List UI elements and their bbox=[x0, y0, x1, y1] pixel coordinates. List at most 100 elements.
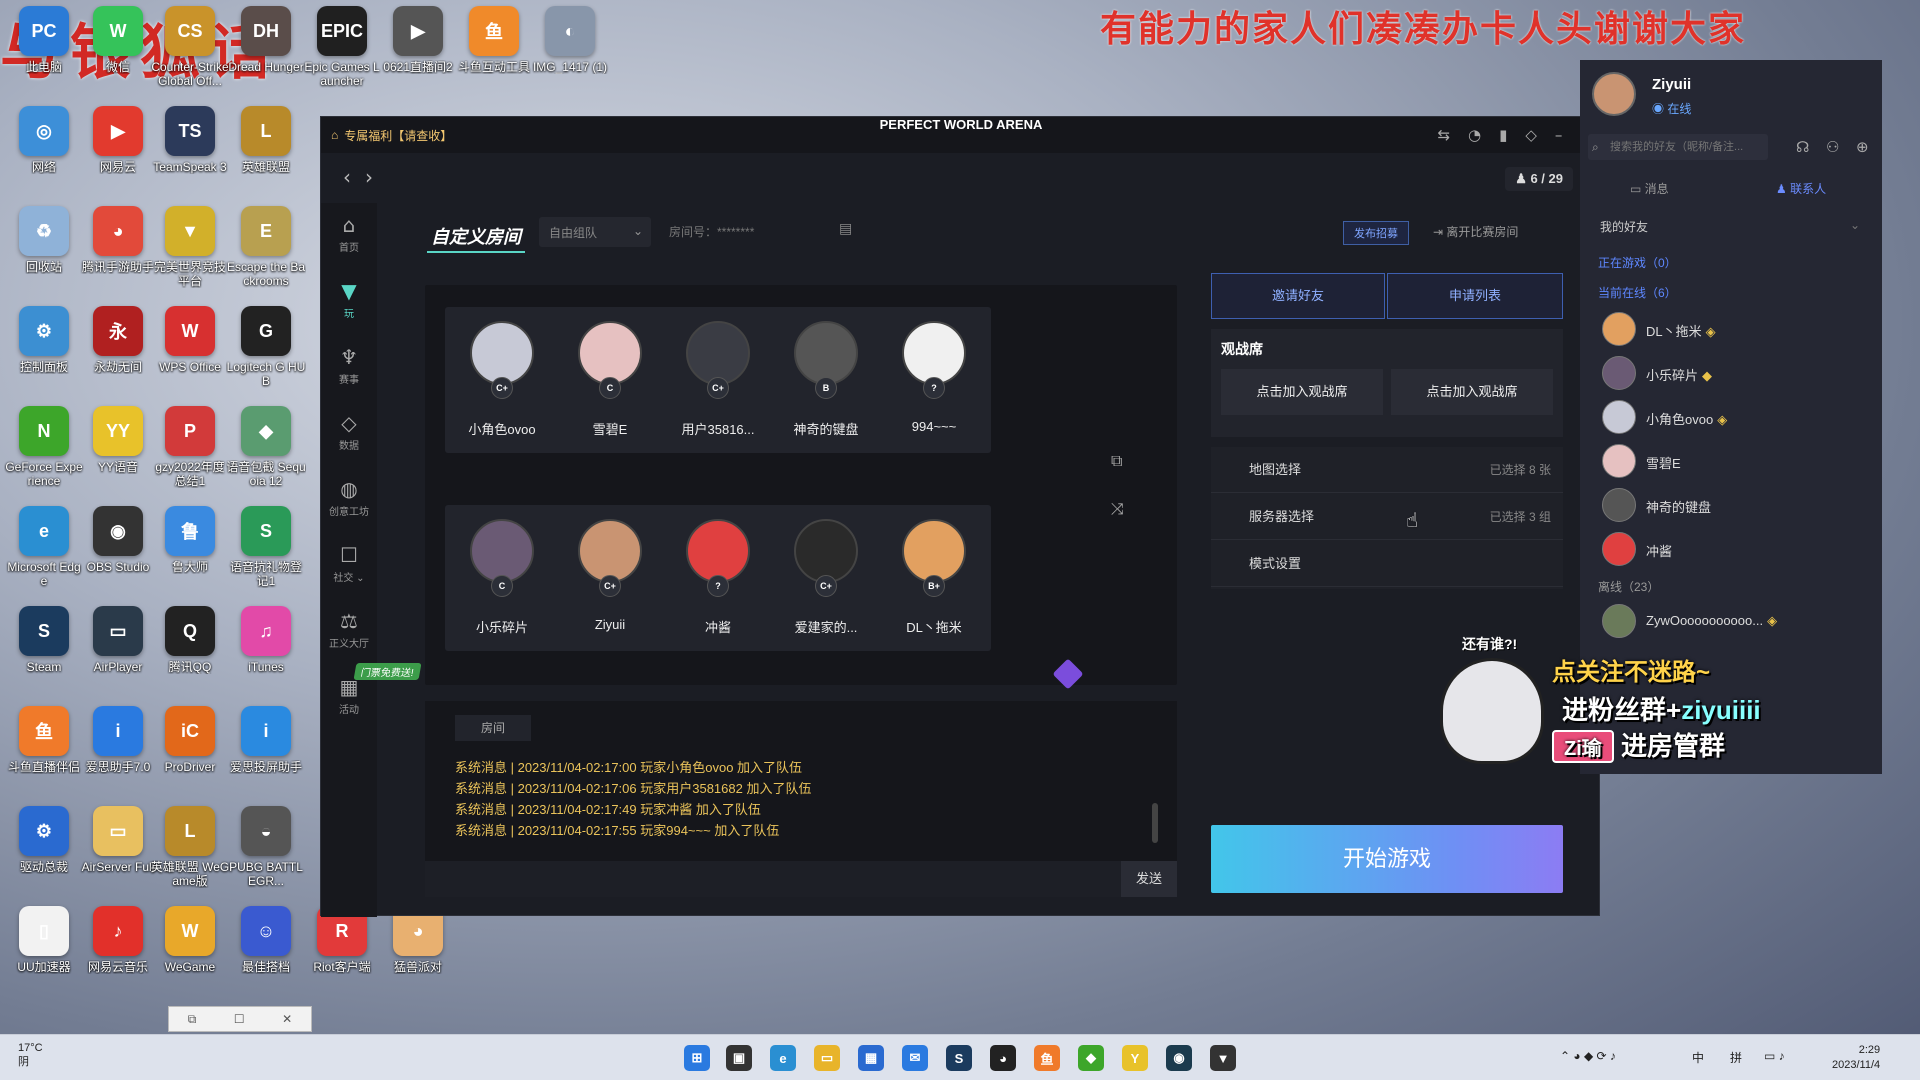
maximize-icon[interactable]: ☐ bbox=[234, 1012, 245, 1026]
player-card[interactable]: C+ 用户35816... bbox=[661, 307, 775, 453]
player-card[interactable]: C 小乐碎片 bbox=[445, 505, 559, 651]
player-card[interactable]: C+ 小角色ovoo bbox=[445, 307, 559, 453]
pwa-icon[interactable]: ▼ bbox=[1210, 1045, 1236, 1071]
notification-icon[interactable]: ◔ bbox=[1468, 126, 1481, 144]
desktop-icon[interactable]: 鱼斗鱼直播伴侣 bbox=[4, 704, 84, 800]
desktop-icon[interactable]: W WPS Office bbox=[150, 304, 230, 400]
desktop-icon[interactable]: i 爱思助手7.0 bbox=[78, 704, 158, 800]
friend-row[interactable]: ZywOoooooooooo... ◈ bbox=[1602, 602, 1862, 642]
file-explorer-icon[interactable]: ▭ bbox=[814, 1045, 840, 1071]
desktop-icon[interactable]: E Escape the Backrooms bbox=[226, 204, 306, 300]
steam-icon[interactable]: S bbox=[946, 1045, 972, 1071]
apply-list-button[interactable]: 申请列表 bbox=[1387, 273, 1563, 319]
desktop-icon[interactable]: N GeForce Experience bbox=[4, 404, 84, 500]
desktop-icon[interactable]: ▶ 0621直播间2 bbox=[378, 4, 458, 100]
minimize-icon[interactable]: – bbox=[1555, 126, 1563, 144]
edge-icon[interactable]: e bbox=[770, 1045, 796, 1071]
ime-mode[interactable]: 拼 bbox=[1730, 1049, 1742, 1066]
side-nav-item[interactable]: ▦ 活动 bbox=[321, 675, 377, 731]
volume-icon[interactable]: ▭ ♪ bbox=[1764, 1049, 1785, 1063]
add-friend-icon[interactable]: ⚇ bbox=[1826, 138, 1839, 156]
player-card[interactable]: C+ Ziyuii bbox=[553, 505, 667, 651]
player-card[interactable]: C 雪碧E bbox=[553, 307, 667, 453]
desktop-icon[interactable]: R Riot客户端 bbox=[302, 904, 382, 1000]
desktop-icon[interactable]: Pgzy2022年度总结1 bbox=[150, 404, 230, 500]
desktop-icon[interactable]: L 英雄联盟 bbox=[226, 104, 306, 200]
back-arrow-icon[interactable]: ‹ bbox=[343, 165, 351, 189]
friend-row[interactable]: 冲酱 bbox=[1602, 530, 1862, 570]
side-nav-item[interactable]: ⌂ 首页 bbox=[321, 213, 377, 269]
desktop-icon[interactable]: ♻ 回收站 bbox=[4, 204, 84, 300]
side-nav-item[interactable]: ◍ 创意工坊 bbox=[321, 477, 377, 533]
friend-row[interactable]: DL丶拖米 ◈ bbox=[1602, 310, 1862, 350]
swap-icon[interactable]: ⇆ bbox=[1437, 126, 1450, 144]
headset-icon[interactable]: ☊ bbox=[1796, 138, 1809, 156]
desktop-icon[interactable]: e Microsoft Edge bbox=[4, 504, 84, 600]
friend-search-input[interactable] bbox=[1588, 134, 1768, 160]
swap-team-icon[interactable]: ⧉ bbox=[1111, 451, 1122, 471]
zoom-icon[interactable]: ⊕ bbox=[1856, 138, 1869, 156]
tab-contacts[interactable]: ♟ 联系人 bbox=[1776, 180, 1826, 197]
app-icon[interactable]: ◆ bbox=[1078, 1045, 1104, 1071]
desktop-icon[interactable]: YY YY语音 bbox=[78, 404, 158, 500]
player-card[interactable]: B+ DL丶拖米 bbox=[877, 505, 991, 651]
desktop-icon[interactable]: EPIC Epic Games Launcher bbox=[302, 4, 382, 100]
chat-input[interactable] bbox=[425, 861, 1121, 897]
desktop-icon[interactable]: S 语音抗礼物登记1 bbox=[226, 504, 306, 600]
restore-icon[interactable]: ⧉ bbox=[188, 1012, 197, 1027]
desktop-icon[interactable]: ◎ 网络 bbox=[4, 104, 84, 200]
online-group[interactable]: 当前在线（6） bbox=[1598, 284, 1677, 301]
desktop-icon[interactable]: 永永劫无间 bbox=[78, 304, 158, 400]
desktop-icon[interactable]: G Logitech G HUB bbox=[226, 304, 306, 400]
forward-arrow-icon[interactable]: › bbox=[365, 165, 373, 189]
tab-messages[interactable]: ▭ 消息 bbox=[1630, 180, 1669, 197]
promo-link[interactable]: ⌂ 专属福利【请查收】 bbox=[331, 117, 452, 153]
desktop-icon[interactable]: ◕ 腾讯手游助手 bbox=[78, 204, 158, 300]
side-nav-item[interactable]: ▼ 玩 bbox=[321, 279, 377, 335]
publish-recruit-button[interactable]: 发布招募 bbox=[1343, 221, 1409, 245]
desktop-icon[interactable]: ◐ IMG_1417 (1) bbox=[530, 4, 610, 100]
signal-icon[interactable]: ▮ bbox=[1499, 126, 1507, 144]
side-nav-item[interactable]: ♆ 赛事 bbox=[321, 345, 377, 401]
friend-row[interactable]: 雪碧E bbox=[1602, 442, 1862, 482]
mini-window-controls[interactable]: ⧉ ☐ ✕ bbox=[168, 1006, 312, 1032]
mode-select[interactable]: 自由组队 ⌄ bbox=[539, 217, 651, 247]
tray-icons[interactable]: ⌃ ◕ ◆ ⟳ ♪ bbox=[1560, 1049, 1616, 1063]
desktop-icon[interactable]: ◆ 语音包截 Sequoia 12 bbox=[226, 404, 306, 500]
desktop-icon[interactable]: W 微信 bbox=[78, 4, 158, 100]
desktop-icon[interactable]: i 爱思投屏助手 bbox=[226, 704, 306, 800]
offline-group[interactable]: 离线（23） bbox=[1598, 578, 1659, 595]
player-card[interactable]: ? 冲酱 bbox=[661, 505, 775, 651]
my-friends-header[interactable]: 我的好友 ⌄ bbox=[1600, 218, 1860, 235]
mail-icon[interactable]: ✉ bbox=[902, 1045, 928, 1071]
desktop-icon[interactable]: ◒ PUBG BATTLEGR... bbox=[226, 804, 306, 900]
shield-icon[interactable]: ◇ bbox=[1525, 126, 1537, 144]
task-view-icon[interactable]: ▣ bbox=[726, 1045, 752, 1071]
weather-widget[interactable]: 17°C 阴 bbox=[18, 1041, 43, 1069]
side-nav-item[interactable]: ◇ 数据 bbox=[321, 411, 377, 467]
send-button[interactable]: 发送 bbox=[1121, 861, 1177, 897]
option-row[interactable]: 模式设置 bbox=[1211, 541, 1563, 587]
option-row[interactable]: 服务器选择 已选择 3 组 bbox=[1211, 494, 1563, 540]
close-icon[interactable]: ✕ bbox=[282, 1012, 292, 1026]
yy-icon[interactable]: Y bbox=[1122, 1045, 1148, 1071]
desktop-icon[interactable]: CS Counter-Strike Global Off... bbox=[150, 4, 230, 100]
ime-lang[interactable]: 中 bbox=[1692, 1049, 1704, 1066]
in-game-group[interactable]: 正在游戏（0） bbox=[1598, 254, 1677, 271]
shuffle-icon[interactable]: ⤨ bbox=[1111, 499, 1124, 519]
desktop-icon[interactable]: ▶ 网易云 bbox=[78, 104, 158, 200]
desktop-icon[interactable]: ▭ AirPlayer bbox=[78, 604, 158, 700]
music-icon[interactable]: ◕ bbox=[990, 1045, 1016, 1071]
desktop-icon[interactable]: ☺ 最佳搭档 bbox=[226, 904, 306, 1000]
option-row[interactable]: 地图选择 已选择 8 张 bbox=[1211, 447, 1563, 493]
desktop-icon[interactable]: W WeGame bbox=[150, 904, 230, 1000]
desktop-icon[interactable]: TS TeamSpeak 3 bbox=[150, 104, 230, 200]
douyu-icon[interactable]: 鱼 bbox=[1034, 1045, 1060, 1071]
friend-row[interactable]: 小乐碎片 ◆ bbox=[1602, 354, 1862, 394]
desktop-icon[interactable]: 鱼斗鱼互动工具 bbox=[454, 4, 534, 100]
side-nav-item[interactable]: ⚖ 正义大厅 bbox=[321, 609, 377, 665]
desktop-icon[interactable]: ◉ OBS Studio bbox=[78, 504, 158, 600]
join-spectator-button-2[interactable]: 点击加入观战席 bbox=[1391, 369, 1553, 415]
app-icon[interactable]: ◉ bbox=[1166, 1045, 1192, 1071]
desktop-icon[interactable]: PC 此电脑 bbox=[4, 4, 84, 100]
